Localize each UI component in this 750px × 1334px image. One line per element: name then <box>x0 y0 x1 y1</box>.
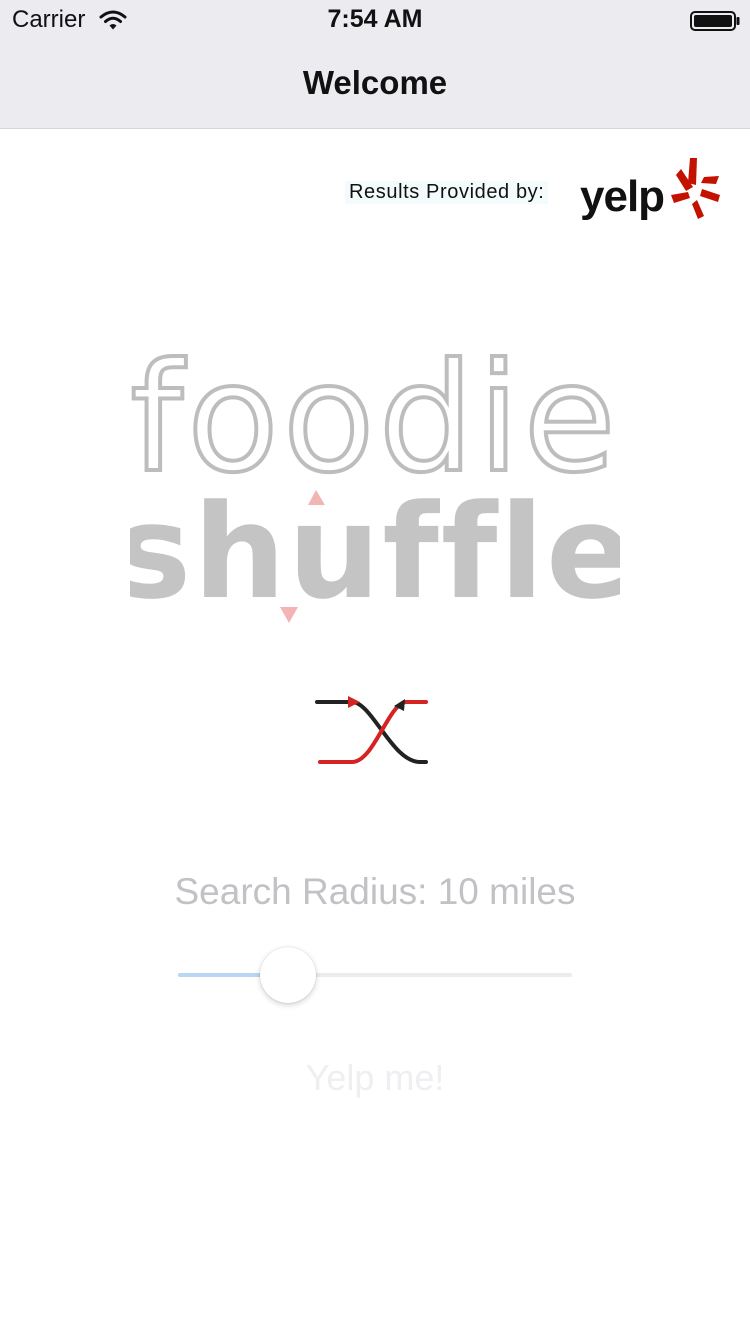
page-title: Welcome <box>302 64 448 101</box>
yelp-logo[interactable]: yelp <box>580 155 725 230</box>
welcome-screen: Carrier 7:54 AM Welcome Results Provided… <box>0 0 750 1334</box>
search-radius-label: Search Radius: 10 miles <box>174 871 576 912</box>
yelp-wordmark: yelp <box>580 172 664 221</box>
battery-icon <box>690 11 740 31</box>
yelp-burst-icon <box>671 158 720 219</box>
status-time: 7:54 AM <box>327 5 423 33</box>
shuffle-arrows-icon <box>315 696 428 764</box>
logo-word-shuffle: shuffle <box>130 476 620 628</box>
foodie-shuffle-logo: foodie shuffle <box>130 345 620 628</box>
radius-slider[interactable] <box>178 945 572 1005</box>
yelp-me-button[interactable]: Yelp me! <box>275 1050 475 1106</box>
navigation-bar: Carrier 7:54 AM Welcome <box>0 0 750 129</box>
slider-thumb[interactable] <box>260 947 317 1003</box>
attribution-label: Results Provided by: <box>345 181 549 204</box>
